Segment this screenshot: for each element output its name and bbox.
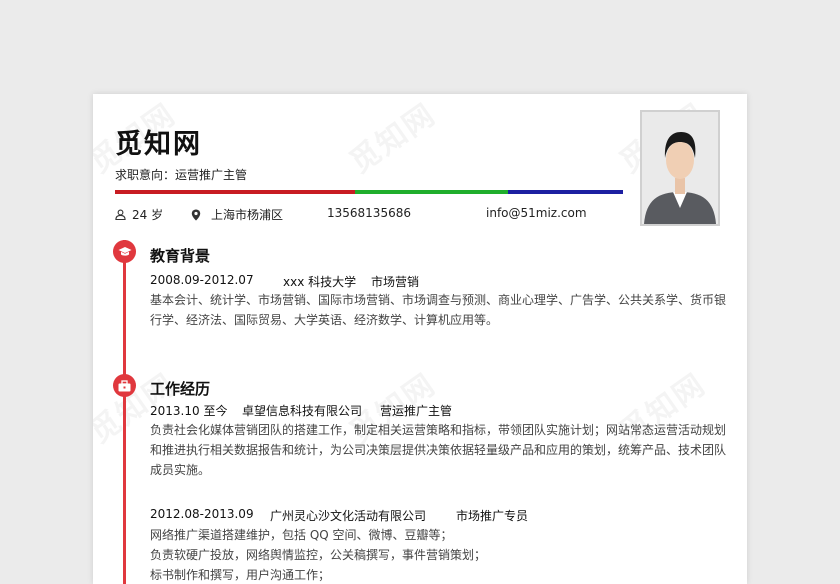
briefcase-icon: [118, 379, 131, 391]
job-period: 2012.08-2013.09: [150, 507, 254, 521]
job-position: 市场推广专员: [456, 509, 529, 523]
profile-photo: [640, 110, 720, 226]
job-intent: 求职意向：运营推广主管: [115, 168, 248, 182]
job-position: 营运推广主管: [380, 404, 453, 418]
phone-text: 13568135686: [327, 206, 411, 220]
graduation-cap-icon: [118, 246, 131, 256]
education-school: xxx 科技大学: [283, 275, 357, 289]
job-desc-line: 标书制作和撰写，用户沟通工作；: [150, 568, 331, 582]
education-period: 2008.09-2012.07: [150, 273, 254, 287]
divider-green: [355, 190, 508, 194]
resume-name: 觅知网: [115, 129, 202, 160]
location-text: 上海市杨浦区: [211, 208, 284, 222]
resume-page: 觅知网 觅知网 觅知网 觅知网 觅知网 觅知网 觅知网 求职意向：运营推广主管 …: [93, 94, 747, 584]
email-text: info@51miz.com: [486, 206, 587, 220]
contact-location: 上海市杨浦区: [191, 206, 283, 223]
timeline-line: [123, 240, 126, 584]
contact-email: info@51miz.com: [486, 206, 587, 220]
job-desc-line: 负责软硬广投放，网络舆情监控，公关稿撰写，事件营销策划；: [150, 548, 487, 562]
job-desc: 网络推广渠道搭建维护，包括 QQ 空间、微博、豆瓣等； 负责软硬广投放，网络舆情…: [150, 525, 728, 584]
education-desc: 基本会计、统计学、市场营销、国际市场营销、市场调查与预测、商业心理学、广告学、公…: [150, 293, 727, 327]
job-period: 2013.10 至今: [150, 404, 228, 418]
work-node: [113, 374, 136, 397]
contact-age: 24 岁: [115, 206, 163, 223]
job-company: 广州灵心沙文化活动有限公司: [270, 509, 427, 523]
user-icon: [115, 209, 126, 220]
work-title: 工作经历: [150, 380, 211, 398]
divider-blue: [508, 190, 623, 194]
location-pin-icon: [191, 209, 201, 220]
job-desc-line: 网络推广渠道搭建维护，包括 QQ 空间、微博、豆瓣等；: [150, 528, 453, 542]
divider-red: [115, 190, 355, 194]
education-major: 市场营销: [371, 275, 420, 289]
education-node: [113, 240, 136, 263]
color-divider: [115, 190, 623, 194]
age-text: 24 岁: [132, 208, 164, 222]
job-company: 卓望信息科技有限公司: [242, 404, 363, 418]
education-title: 教育背景: [150, 247, 211, 265]
job-desc: 负责社会化媒体营销团队的搭建工作，制定相关运营策略和指标，带领团队实施计划；网站…: [150, 423, 727, 477]
watermark: 觅知网: [339, 94, 443, 182]
contact-phone: 13568135686: [327, 206, 411, 220]
